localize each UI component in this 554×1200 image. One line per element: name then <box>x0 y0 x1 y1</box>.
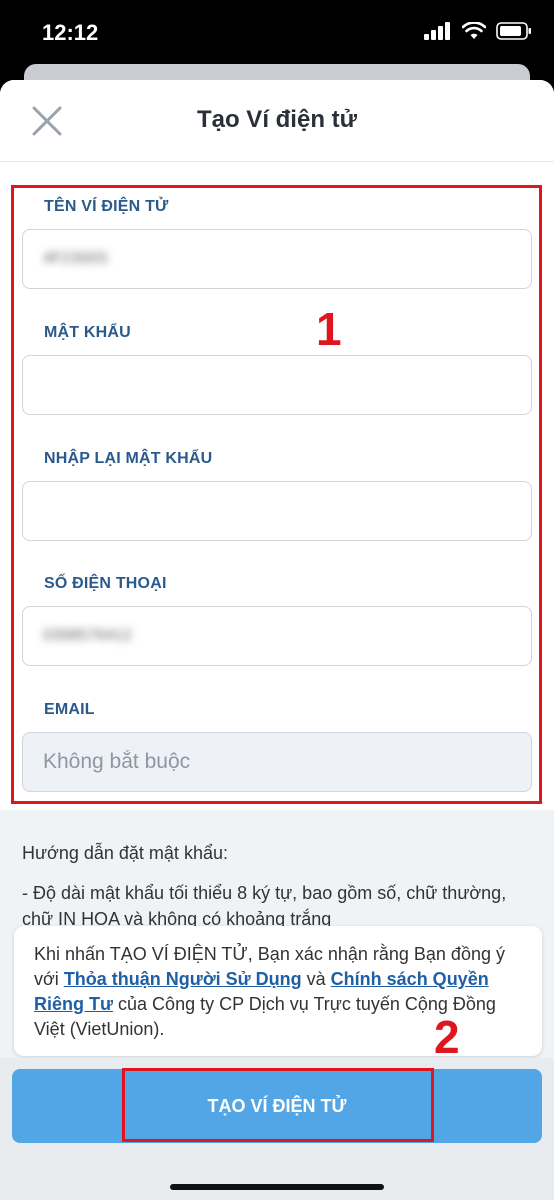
guide-line: - Độ dài mật khẩu tối thiểu 8 ký tự, bao… <box>22 883 507 929</box>
annotation-number-2: 2 <box>434 1011 460 1063</box>
password-input[interactable] <box>22 355 532 415</box>
email-input[interactable] <box>22 732 532 792</box>
status-icons <box>424 22 532 40</box>
password-label: MẬT KHẨU <box>44 324 131 341</box>
status-bar: 12:12 <box>0 0 554 66</box>
phone-input[interactable]: 0398576412 <box>22 606 532 666</box>
confirm-password-field[interactable] <box>43 499 531 523</box>
wallet-name-input[interactable]: 4F2300S <box>22 229 532 289</box>
status-time: 12:12 <box>42 20 99 45</box>
wallet-name-value: 4F2300S <box>43 250 108 267</box>
user-agreement-link[interactable]: Thỏa thuận Người Sử Dụng <box>64 969 302 989</box>
page-title: Tạo Ví điện tử <box>196 106 358 133</box>
battery-icon <box>496 22 531 40</box>
header: Tạo Ví điện tử <box>0 80 554 162</box>
confirm-password-input[interactable] <box>22 481 532 541</box>
wallet-name-label: TÊN VÍ ĐIỆN TỬ <box>44 198 169 215</box>
guide-title: Hướng dẫn đặt mật khẩu: <box>22 843 228 863</box>
phone-value: 0398576412 <box>43 627 132 644</box>
wallet-form: TÊN VÍ ĐIỆN TỬ 4F2300S MẬT KHẨU NHẬP LẠI… <box>0 162 554 810</box>
home-indicator <box>170 1184 384 1190</box>
password-guide: Hướng dẫn đặt mật khẩu: - Độ dài mật khẩ… <box>22 840 542 932</box>
annotation-number-1: 1 <box>316 303 342 355</box>
password-field[interactable] <box>43 373 531 397</box>
email-field[interactable] <box>43 750 531 774</box>
consent-text-middle: và <box>301 969 331 989</box>
signal-icon <box>424 22 450 40</box>
email-label: EMAIL <box>44 701 95 718</box>
create-wallet-button[interactable]: TẠO VÍ ĐIỆN TỬ <box>12 1069 542 1143</box>
confirm-password-label: NHẬP LẠI MẬT KHẨU <box>44 450 213 467</box>
phone-label: SỐ ĐIỆN THOẠI <box>44 575 167 592</box>
consent-notice: Khi nhấn TẠO VÍ ĐIỆN TỬ, Bạn xác nhận rằ… <box>14 926 542 1056</box>
wifi-icon <box>462 22 486 39</box>
